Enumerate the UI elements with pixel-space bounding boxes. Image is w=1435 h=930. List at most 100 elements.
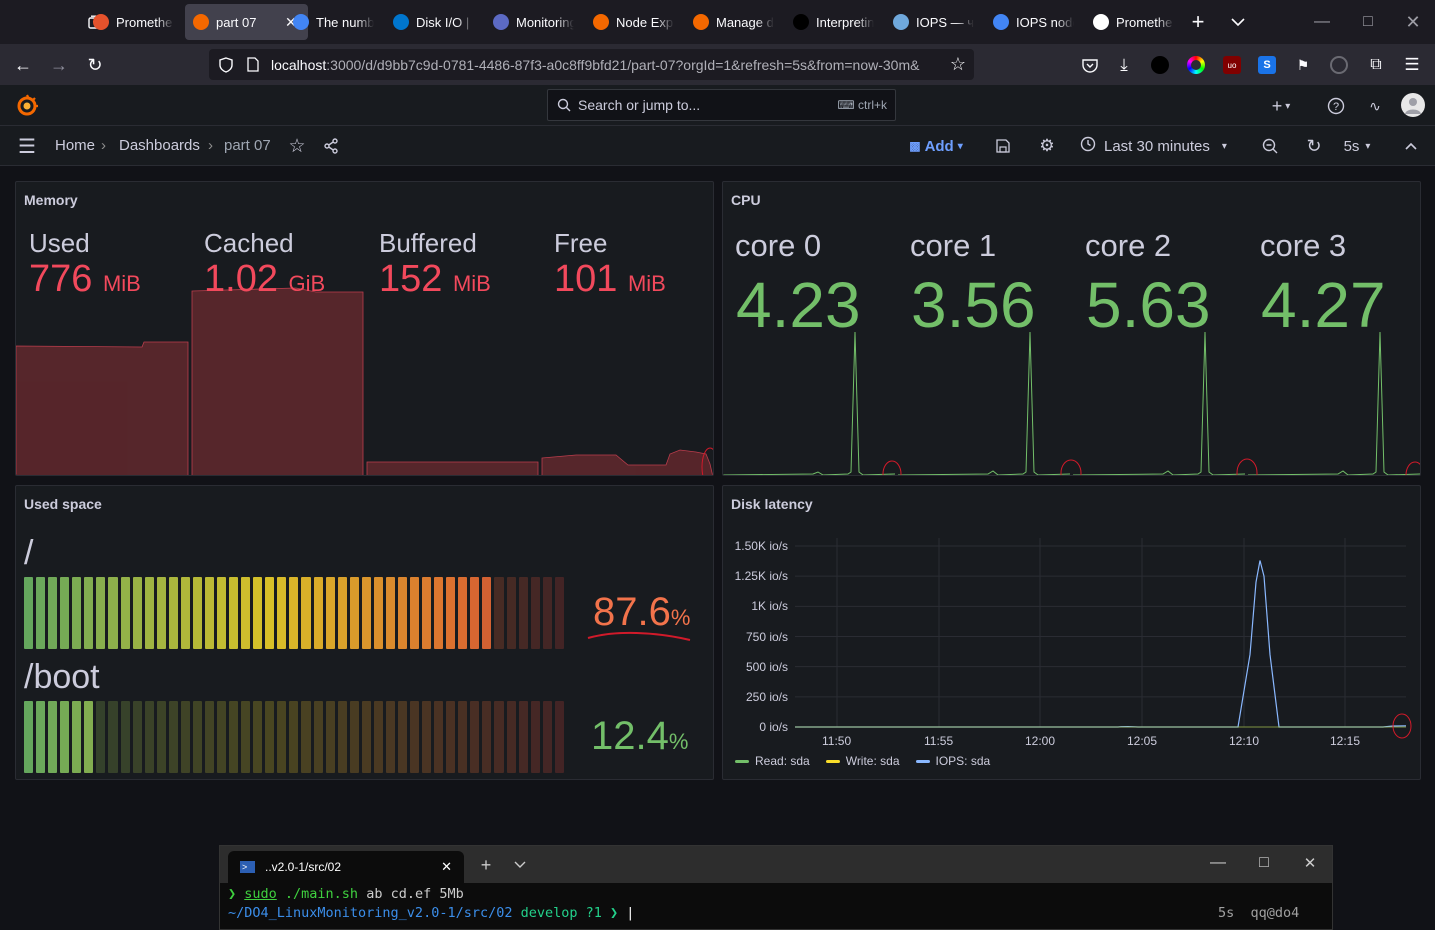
gauge-cell <box>434 701 444 773</box>
gauge-cell <box>132 577 142 649</box>
gauge-cell <box>36 701 46 773</box>
user-avatar[interactable] <box>1401 93 1425 117</box>
gauge-cell <box>301 701 311 773</box>
new-tab-icon[interactable]: + <box>1186 9 1210 34</box>
url-path: :3000/d/d9bb7c9d-0781-4486-87f3-a0c8ff9b… <box>326 56 920 73</box>
memory-panel[interactable]: Memory Used 776 MiB Cached 1.02 GiB Buff… <box>15 181 714 476</box>
gauge-cell <box>554 577 564 649</box>
browser-tab[interactable]: Manage d <box>685 4 783 40</box>
share-icon[interactable] <box>320 135 342 157</box>
close-window-icon[interactable]: ✕ <box>1300 853 1320 873</box>
gauge-cell <box>337 701 347 773</box>
gauge-cell <box>192 701 202 773</box>
shield-icon[interactable] <box>217 56 235 73</box>
browser-tab[interactable]: Monitoring <box>485 4 583 40</box>
browser-tab[interactable]: Promethe <box>85 4 183 40</box>
news-rss-icon[interactable]: ∿ <box>1364 95 1386 117</box>
terminal-window[interactable]: > ..v2.0-1/src/02 ✕ + — □ ✕ ❯ sudo ./mai… <box>219 845 1333 930</box>
maximize-window-icon[interactable]: □ <box>1254 853 1274 873</box>
settings-gear-icon[interactable]: ⚙ <box>1036 135 1058 157</box>
browser-tab[interactable]: IOPS node <box>985 4 1083 40</box>
minimize-window-icon[interactable]: — <box>1208 853 1228 873</box>
zoom-out-icon[interactable] <box>1259 135 1281 157</box>
gauge-cell <box>313 701 323 773</box>
star-icon[interactable]: ☆ <box>286 135 308 157</box>
chevron-down-icon: ▾ <box>957 140 963 152</box>
browser-tab[interactable]: IOPS — чт <box>885 4 983 40</box>
add-panel-button[interactable]: ▩ Add ▾ <box>900 135 972 157</box>
grafana-top-bar: Search or jump to... ⌨ ctrl+k + ▾ ? ∿ <box>0 85 1435 126</box>
new-plus-icon[interactable]: + ▾ <box>1265 95 1297 117</box>
close-tab-icon[interactable]: ✕ <box>441 859 452 875</box>
browser-tab[interactable]: Interpretin <box>785 4 883 40</box>
breadcrumb-dashboards[interactable]: Dashboards <box>119 137 200 154</box>
pocket-icon[interactable] <box>1080 55 1100 75</box>
browser-tab[interactable]: Disk I/O | P <box>385 4 483 40</box>
chevron-down-icon[interactable] <box>1226 10 1250 34</box>
gauge-cell <box>132 701 142 773</box>
terminal-line-prompt[interactable]: ~/DO4_LinuxMonitoring_v2.0-1/src/02 deve… <box>228 905 634 921</box>
gauge-cell <box>241 577 251 649</box>
prompt-path: ~/DO4_LinuxMonitoring_v2.0-1/src/02 <box>228 905 513 921</box>
legend-item-write[interactable]: Write: sda <box>825 754 900 768</box>
gauge-cell <box>24 701 34 773</box>
s-extension-icon[interactable]: S <box>1258 56 1276 74</box>
gauge-cell <box>301 577 311 649</box>
cpu-panel[interactable]: CPU core 0 4.23 core 1 3.56 core 2 5.63 … <box>722 181 1421 476</box>
chevron-down-icon: ▾ <box>1365 140 1371 152</box>
breadcrumb-home[interactable]: Home <box>55 137 95 154</box>
menu-toggle-icon[interactable]: ☰ <box>16 136 38 158</box>
core1-label: core 1 <box>910 228 997 263</box>
collapse-chevron-up-icon[interactable] <box>1400 135 1422 157</box>
used-space-panel[interactable]: Used space / 87.6% /boot 12.4% <box>15 485 714 780</box>
browser-tab[interactable]: Promethe <box>1085 4 1183 40</box>
forward-icon[interactable]: → <box>46 52 72 78</box>
gauge-cell <box>144 701 154 773</box>
search-input[interactable]: Search or jump to... ⌨ ctrl+k <box>547 89 896 121</box>
gauge-cell <box>253 577 263 649</box>
gauge-cell <box>229 701 239 773</box>
chevron-down-icon[interactable] <box>510 855 530 875</box>
refresh-interval-picker[interactable]: 5s ▾ <box>1336 135 1378 157</box>
save-icon[interactable] <box>992 135 1014 157</box>
minimize-window-icon[interactable]: — <box>1312 12 1332 32</box>
command-sudo: sudo <box>244 886 277 902</box>
download-icon[interactable]: ⤓ <box>1114 55 1134 75</box>
chart-legend: Read: sda Write: sda IOPS: sda <box>735 754 990 768</box>
refresh-icon[interactable]: ↻ <box>1303 135 1325 157</box>
browser-tab[interactable]: Node Exp <box>585 4 683 40</box>
maximize-window-icon[interactable]: □ <box>1358 12 1378 32</box>
core3-value: 4.27 <box>1261 269 1386 341</box>
gauge-cell <box>373 577 383 649</box>
time-range-picker[interactable]: Last 30 minutes ▾ <box>1080 135 1248 157</box>
extensions-puzzle-icon[interactable]: ⧉ <box>1366 55 1386 75</box>
new-terminal-tab-icon[interactable]: + <box>476 855 496 875</box>
ublock-icon[interactable]: uo <box>1223 56 1241 74</box>
legend-item-iops[interactable]: IOPS: sda <box>915 754 990 768</box>
grey-extension-icon[interactable] <box>1330 56 1348 74</box>
text-cursor: | <box>626 905 635 921</box>
buffered-label: Buffered <box>379 228 477 258</box>
terminal-tab-title: ..v2.0-1/src/02 <box>265 860 342 874</box>
search-icon <box>556 98 572 112</box>
hamburger-menu-icon[interactable]: ☰ <box>1402 55 1422 75</box>
close-window-icon[interactable]: ✕ <box>1403 12 1423 32</box>
help-icon[interactable]: ? <box>1325 95 1347 117</box>
bell-extension-icon[interactable]: ⚑ <box>1294 56 1312 74</box>
reload-icon[interactable]: ↻ <box>82 52 108 78</box>
extension-dark-icon[interactable] <box>1151 56 1169 74</box>
grafana-logo-icon[interactable] <box>14 93 40 119</box>
tab-favicon-icon <box>193 14 209 30</box>
back-icon[interactable]: ← <box>10 52 36 78</box>
address-bar[interactable]: localhost:3000/d/d9bb7c9d-0781-4486-87f3… <box>209 49 974 80</box>
disk-latency-panel[interactable]: Disk latency 1.50K io/s 1.25K io/s 1K io/s… <box>722 485 1421 780</box>
browser-tab[interactable]: The numb <box>285 4 383 40</box>
legend-item-read[interactable]: Read: sda <box>735 754 810 768</box>
terminal-tab[interactable]: > ..v2.0-1/src/02 ✕ <box>228 851 464 883</box>
bookmark-star-icon[interactable]: ☆ <box>948 54 968 74</box>
color-picker-extension-icon[interactable] <box>1187 56 1205 74</box>
buffered-unit: MiB <box>452 271 491 296</box>
breadcrumb-separator-icon: › <box>101 137 106 154</box>
time-range-label: Last 30 minutes <box>1104 137 1210 155</box>
tab-label: part 07 <box>216 14 257 30</box>
